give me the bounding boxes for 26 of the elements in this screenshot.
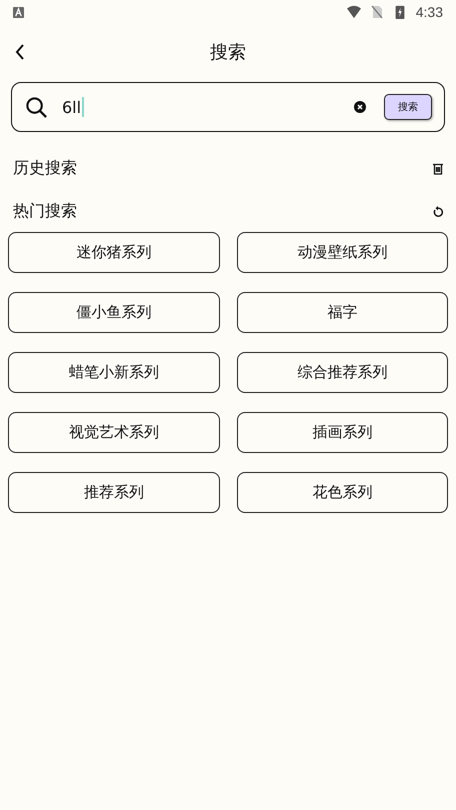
hot-search-tag[interactable]: 动漫壁纸系列	[236, 232, 448, 273]
hot-search-tag[interactable]: 花色系列	[236, 472, 448, 513]
section-title: 热门搜索	[13, 201, 77, 222]
section-title: 历史搜索	[13, 158, 77, 179]
search-icon	[25, 96, 48, 118]
trash-icon[interactable]	[432, 162, 444, 174]
battery-charging-icon	[392, 5, 407, 19]
search-text: 6ll	[62, 98, 82, 116]
app-notification-icon	[13, 6, 24, 18]
page-title: 搜索	[210, 41, 246, 64]
hot-search-tag[interactable]: 推荐系列	[8, 472, 220, 513]
refresh-icon[interactable]	[432, 206, 444, 218]
search-button[interactable]: 搜索	[384, 94, 432, 120]
status-time: 4:33	[416, 4, 443, 20]
hot-search-tag[interactable]: 福字	[236, 292, 448, 333]
wifi-icon	[346, 5, 361, 19]
hot-search-tag[interactable]: 综合推荐系列	[236, 352, 448, 393]
no-sim-icon	[370, 5, 384, 19]
clear-icon[interactable]	[354, 101, 366, 113]
hot-search-tag[interactable]: 插画系列	[236, 412, 448, 453]
hot-search-tag[interactable]: 僵小鱼系列	[8, 292, 220, 333]
hot-search-tag[interactable]: 迷你猪系列	[8, 232, 220, 273]
hot-search-tag[interactable]: 视觉艺术系列	[8, 412, 220, 453]
back-icon[interactable]	[15, 43, 25, 61]
hot-search-tag[interactable]: 蜡笔小新系列	[8, 352, 220, 393]
search-field[interactable]: 6ll 搜索	[11, 82, 445, 132]
